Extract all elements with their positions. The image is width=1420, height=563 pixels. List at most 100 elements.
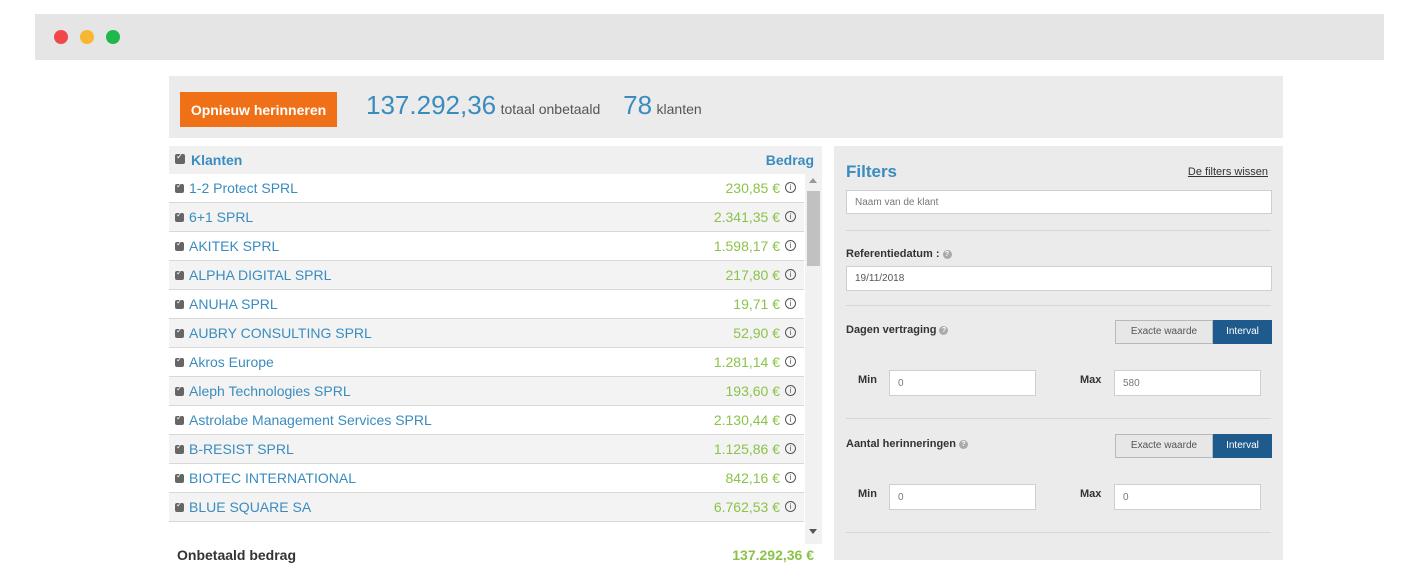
days-late-max-input[interactable]	[1114, 370, 1261, 396]
client-row[interactable]: ALPHA DIGITAL SPRL 217,80 € i	[169, 261, 804, 290]
divider	[846, 305, 1271, 306]
client-row[interactable]: BIOTEC INTERNATIONAL 842,16 € i	[169, 464, 804, 493]
reminder-count-label: Aantal herinneringen?	[846, 438, 969, 450]
client-list-header: Klanten Bedrag	[169, 146, 822, 174]
minimize-window-button[interactable]	[80, 30, 94, 44]
reference-date-input[interactable]	[846, 266, 1272, 291]
client-checkbox[interactable]	[175, 442, 184, 454]
days-late-max-label: Max	[1080, 374, 1102, 386]
client-name-link[interactable]: Aleph Technologies SPRL	[189, 383, 351, 399]
client-amount: 1.598,17 €	[713, 238, 780, 254]
client-checkbox[interactable]	[175, 471, 184, 483]
info-icon[interactable]: i	[785, 472, 796, 483]
client-name-link[interactable]: Akros Europe	[189, 354, 274, 370]
client-row[interactable]: AKITEK SPRL 1.598,17 € i	[169, 232, 804, 261]
client-name-link[interactable]: 6+1 SPRL	[189, 209, 253, 225]
clear-filters-link[interactable]: De filters wissen	[1188, 166, 1268, 178]
client-amount: 193,60 €	[725, 383, 781, 399]
client-list-panel: Klanten Bedrag 1-2 Protect SPRL 230,85 € i…	[169, 146, 822, 563]
client-rows: 1-2 Protect SPRL 230,85 € i 6+1 SPRL 2.341,3…	[169, 174, 804, 530]
reminders-interval-button[interactable]: Interval	[1213, 434, 1272, 458]
days-late-min-label: Min	[858, 374, 877, 386]
info-icon[interactable]: i	[785, 385, 796, 396]
unpaid-total-label: Onbetaald bedrag	[177, 547, 297, 563]
info-icon[interactable]: i	[785, 182, 796, 193]
amount-column-header[interactable]: Bedrag	[766, 152, 814, 168]
client-row[interactable]: 6+1 SPRL 2.341,35 € i	[169, 203, 804, 232]
client-count: 78	[623, 90, 653, 120]
client-name-link[interactable]: BLUE SQUARE SA	[189, 499, 311, 515]
client-row[interactable]: 1-2 Protect SPRL 230,85 € i	[169, 174, 804, 203]
info-icon[interactable]: i	[785, 414, 796, 425]
help-icon[interactable]: ?	[939, 325, 949, 335]
client-amount: 230,85 €	[725, 180, 781, 196]
client-name-link[interactable]: BIOTEC INTERNATIONAL	[189, 470, 356, 486]
days-late-exact-button[interactable]: Exacte waarde	[1115, 320, 1213, 344]
client-name-link[interactable]: 1-2 Protect SPRL	[189, 180, 298, 196]
days-late-min-input[interactable]	[889, 370, 1036, 396]
client-row[interactable]: ANUHA SPRL 19,71 € i	[169, 290, 804, 319]
help-icon[interactable]: ?	[959, 439, 969, 449]
client-name-link[interactable]: AUBRY CONSULTING SPRL	[189, 325, 372, 341]
reference-date-label: Referentiedatum :?	[846, 248, 952, 260]
client-list-scrollbar[interactable]	[805, 174, 822, 544]
client-name-link[interactable]: Astrolabe Management Services SPRL	[189, 412, 432, 428]
client-checkbox[interactable]	[175, 210, 184, 222]
divider	[846, 532, 1271, 533]
clients-column-header[interactable]: Klanten	[191, 152, 242, 168]
client-checkbox[interactable]	[175, 181, 184, 193]
reminders-mode-toggle: Exacte waarde Interval	[1115, 434, 1272, 458]
maximize-window-button[interactable]	[106, 30, 120, 44]
days-late-mode-toggle: Exacte waarde Interval	[1115, 320, 1272, 344]
client-amount: 217,80 €	[725, 267, 781, 283]
client-name-link[interactable]: B-RESIST SPRL	[189, 441, 294, 457]
select-all-checkbox[interactable]	[175, 151, 185, 164]
client-name-link[interactable]: ANUHA SPRL	[189, 296, 278, 312]
unpaid-total-amount: 137.292,36 €	[732, 547, 814, 563]
info-icon[interactable]: i	[785, 501, 796, 512]
client-checkbox[interactable]	[175, 326, 184, 338]
client-checkbox[interactable]	[175, 297, 184, 309]
filters-title: Filters	[846, 162, 898, 181]
scroll-down-arrow-icon[interactable]	[809, 529, 817, 534]
days-late-label: Dagen vertraging?	[846, 324, 949, 336]
client-row[interactable]: Astrolabe Management Services SPRL 2.130,…	[169, 406, 804, 435]
info-icon[interactable]: i	[785, 211, 796, 222]
client-name-link[interactable]: ALPHA DIGITAL SPRL	[189, 267, 331, 283]
client-row[interactable]: AUBRY CONSULTING SPRL 52,90 € i	[169, 319, 804, 348]
client-checkbox[interactable]	[175, 500, 184, 512]
info-icon[interactable]: i	[785, 240, 796, 251]
reminders-min-label: Min	[858, 488, 877, 500]
info-icon[interactable]: i	[785, 327, 796, 338]
remind-again-button[interactable]: Opnieuw herinneren	[180, 92, 337, 127]
reminders-max-label: Max	[1080, 488, 1102, 500]
scrollbar-thumb[interactable]	[807, 191, 820, 266]
client-row[interactable]: Akros Europe 1.281,14 € i	[169, 348, 804, 377]
client-checkbox[interactable]	[175, 413, 184, 425]
help-icon[interactable]: ?	[942, 249, 952, 259]
info-icon[interactable]: i	[785, 443, 796, 454]
reminders-exact-button[interactable]: Exacte waarde	[1115, 434, 1213, 458]
summary-stats: 137.292,36 totaal onbetaald 78 klanten	[366, 90, 702, 121]
client-name-link[interactable]: AKITEK SPRL	[189, 238, 279, 254]
client-row[interactable]: BLUE SQUARE SA 6.762,53 € i	[169, 493, 804, 522]
client-name-input[interactable]	[846, 190, 1272, 214]
info-icon[interactable]: i	[785, 356, 796, 367]
scroll-up-arrow-icon[interactable]	[809, 178, 817, 183]
reminders-min-input[interactable]	[889, 484, 1036, 510]
client-row[interactable]: B-RESIST SPRL 1.125,86 € i	[169, 435, 804, 464]
close-window-button[interactable]	[54, 30, 68, 44]
client-amount: 6.762,53 €	[713, 499, 780, 515]
info-icon[interactable]: i	[785, 269, 796, 280]
client-checkbox[interactable]	[175, 268, 184, 280]
client-amount: 1.125,86 €	[713, 441, 780, 457]
client-row[interactable]: Aleph Technologies SPRL 193,60 € i	[169, 377, 804, 406]
reminders-max-input[interactable]	[1114, 484, 1261, 510]
days-late-interval-button[interactable]: Interval	[1213, 320, 1272, 344]
client-checkbox[interactable]	[175, 239, 184, 251]
client-amount: 842,16 €	[725, 470, 781, 486]
client-amount: 2.341,35 €	[713, 209, 780, 225]
info-icon[interactable]: i	[785, 298, 796, 309]
client-checkbox[interactable]	[175, 355, 184, 367]
client-checkbox[interactable]	[175, 384, 184, 396]
